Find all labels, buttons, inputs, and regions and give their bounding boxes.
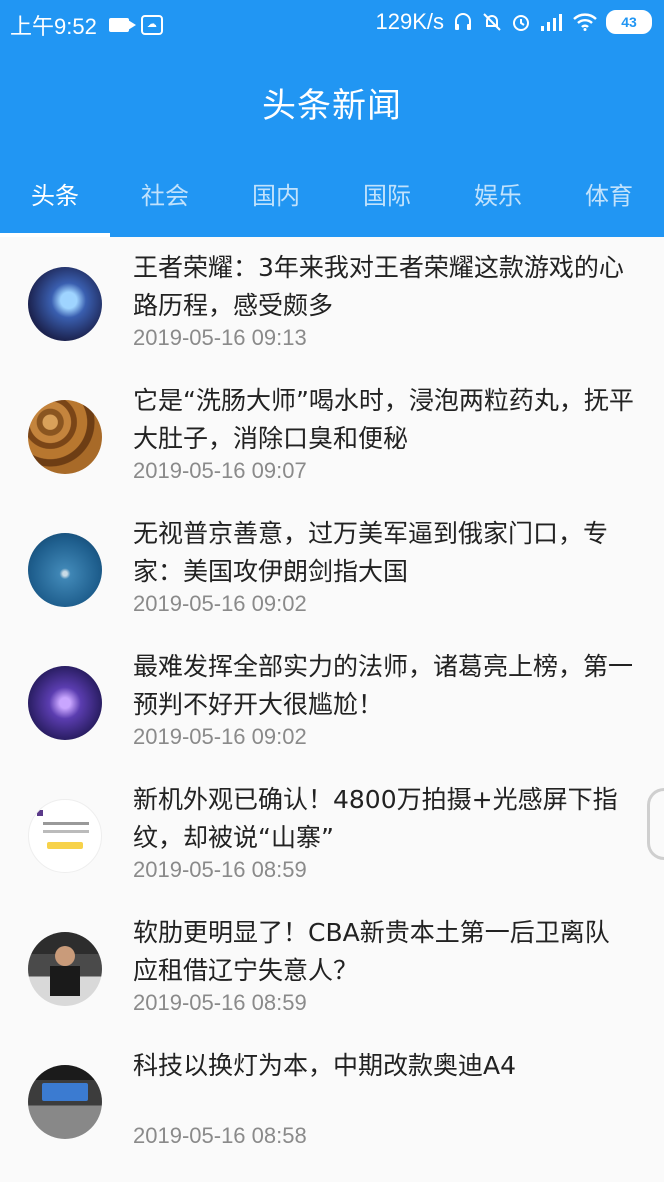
tab-international[interactable]: 国际 — [332, 176, 442, 211]
news-title: 无视普京善意，过万美军逼到俄家门口，专家：美国攻伊朗剑指大国 — [133, 519, 609, 586]
page-title: 头条新闻 — [262, 86, 402, 126]
category-tabs: 头条 社会 国内 国际 娱乐 体育 — [0, 168, 664, 237]
news-thumbnail — [28, 666, 102, 740]
news-title: 王者荣耀：3年来我对王者荣耀这款游戏的心路历程，感受颇多 — [133, 253, 624, 320]
video-recording-icon — [108, 18, 136, 32]
status-bar: 上午9:52 ☁ 129K/s 43 — [0, 0, 664, 44]
list-item[interactable]: 它是“洗肠大师”喝水时，浸泡两粒药丸，抚平大肚子，消除口臭和便秘 2019-05… — [0, 370, 664, 503]
news-time: 2019-05-16 08:59 — [133, 857, 307, 882]
tab-entertainment[interactable]: 娱乐 — [443, 176, 553, 211]
news-time: 2019-05-16 09:02 — [133, 591, 307, 616]
news-thumbnail — [28, 932, 102, 1006]
mute-bell-icon — [483, 13, 501, 31]
battery-icon: 43 — [606, 10, 652, 34]
news-title: 新机外观已确认！4800万拍摄+光感屏下指纹，却被说“山寨” — [133, 785, 618, 852]
list-item[interactable]: 最难发挥全部实力的法师，诸葛亮上榜，第一预判不好开大很尴尬！ 2019-05-1… — [0, 636, 664, 769]
list-item[interactable]: 无视普京善意，过万美军逼到俄家门口，专家：美国攻伊朗剑指大国 2019-05-1… — [0, 503, 664, 636]
alarm-icon — [513, 15, 529, 31]
news-title: 软肋更明显了！CBA新贵本土第一后卫离队 应租借辽宁失意人？ — [133, 918, 610, 985]
tab-sports[interactable]: 体育 — [554, 176, 664, 211]
list-item[interactable]: 软肋更明显了！CBA新贵本土第一后卫离队 应租借辽宁失意人？ 2019-05-1… — [0, 902, 664, 1035]
news-thumbnail — [28, 1065, 102, 1139]
news-time: 2019-05-16 09:02 — [133, 724, 307, 749]
tab-headlines[interactable]: 头条 — [0, 176, 110, 211]
list-item[interactable]: 王者荣耀：3年来我对王者荣耀这款游戏的心路历程，感受颇多 2019-05-16 … — [0, 237, 664, 370]
news-time: 2019-05-16 09:13 — [133, 325, 307, 350]
news-title: 最难发挥全部实力的法师，诸葛亮上榜，第一预判不好开大很尴尬！ — [133, 652, 634, 719]
tab-domestic[interactable]: 国内 — [221, 176, 331, 211]
news-title: 科技以换灯为本，中期改款奥迪A4 — [133, 1051, 517, 1080]
news-time: 2019-05-16 08:58 — [133, 1123, 307, 1148]
cloud-icon: ☁ — [140, 15, 163, 35]
news-thumbnail — [28, 267, 102, 341]
tab-society[interactable]: 社会 — [110, 176, 220, 211]
list-item[interactable]: 新机外观已确认！4800万拍摄+光感屏下指纹，却被说“山寨” 2019-05-1… — [0, 769, 664, 902]
signal-icon — [541, 14, 562, 31]
news-title: 它是“洗肠大师”喝水时，浸泡两粒药丸，抚平大肚子，消除口臭和便秘 — [133, 386, 634, 453]
status-time: 上午9:52 — [10, 14, 97, 39]
wifi-icon — [573, 13, 597, 31]
edge-handle[interactable] — [647, 788, 664, 860]
news-thumbnail — [28, 799, 102, 873]
app-bar: 头条新闻 头条 社会 国内 国际 娱乐 体育 — [0, 44, 664, 237]
network-speed: 129K/s — [375, 9, 445, 34]
list-item[interactable]: 科技以换灯为本，中期改款奥迪A4 2019-05-16 08:58 — [0, 1035, 664, 1168]
news-thumbnail — [28, 533, 102, 607]
headset-icon — [455, 13, 471, 30]
news-time: 2019-05-16 09:07 — [133, 458, 307, 483]
news-time: 2019-05-16 08:59 — [133, 990, 307, 1015]
news-thumbnail — [28, 400, 102, 474]
